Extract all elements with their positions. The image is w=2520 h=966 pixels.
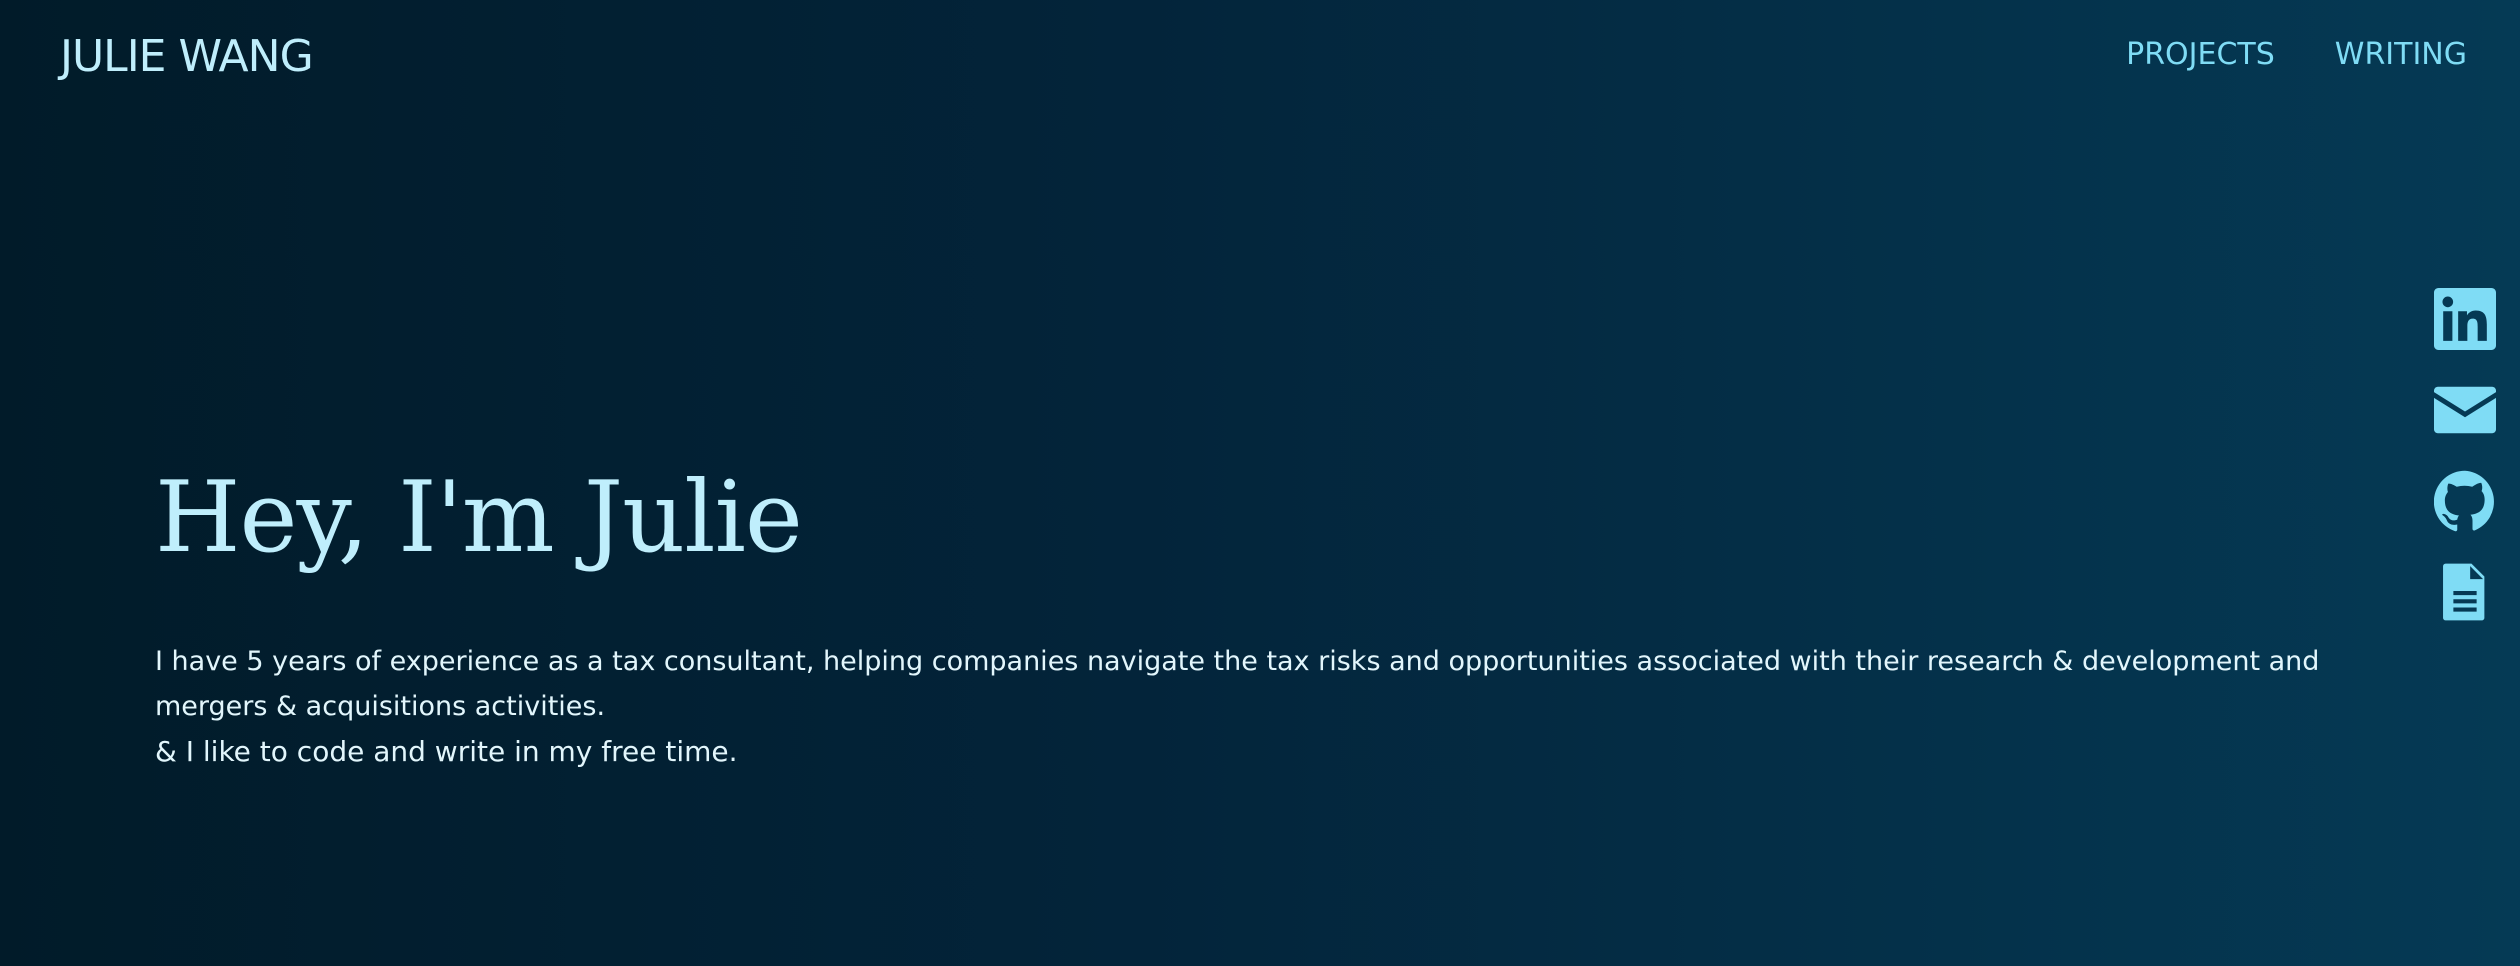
top-nav: PROJECTS WRITING [2126,36,2467,74]
nav-projects-link[interactable]: PROJECTS [2126,36,2275,74]
email-icon [2434,386,2496,434]
hero-section: Hey, I'm Julie I have 5 years of experie… [155,458,2405,774]
linkedin-icon [2434,288,2496,350]
linkedin-link[interactable] [2434,288,2496,354]
github-icon [2433,470,2494,532]
nav-writing-link[interactable]: WRITING [2335,36,2467,74]
site-name-link[interactable]: JULIE WANG [60,30,314,84]
social-links [2433,288,2496,627]
hero-hobby-text: & I like to code and write in my free ti… [155,735,738,768]
hero-intro-text: I have 5 years of experience as a tax co… [155,646,2320,722]
resume-link[interactable] [2434,561,2496,627]
resume-document-icon [2443,563,2485,621]
email-link[interactable] [2434,379,2496,445]
hero-heading: Hey, I'm Julie [155,461,803,575]
github-link[interactable] [2433,470,2496,536]
